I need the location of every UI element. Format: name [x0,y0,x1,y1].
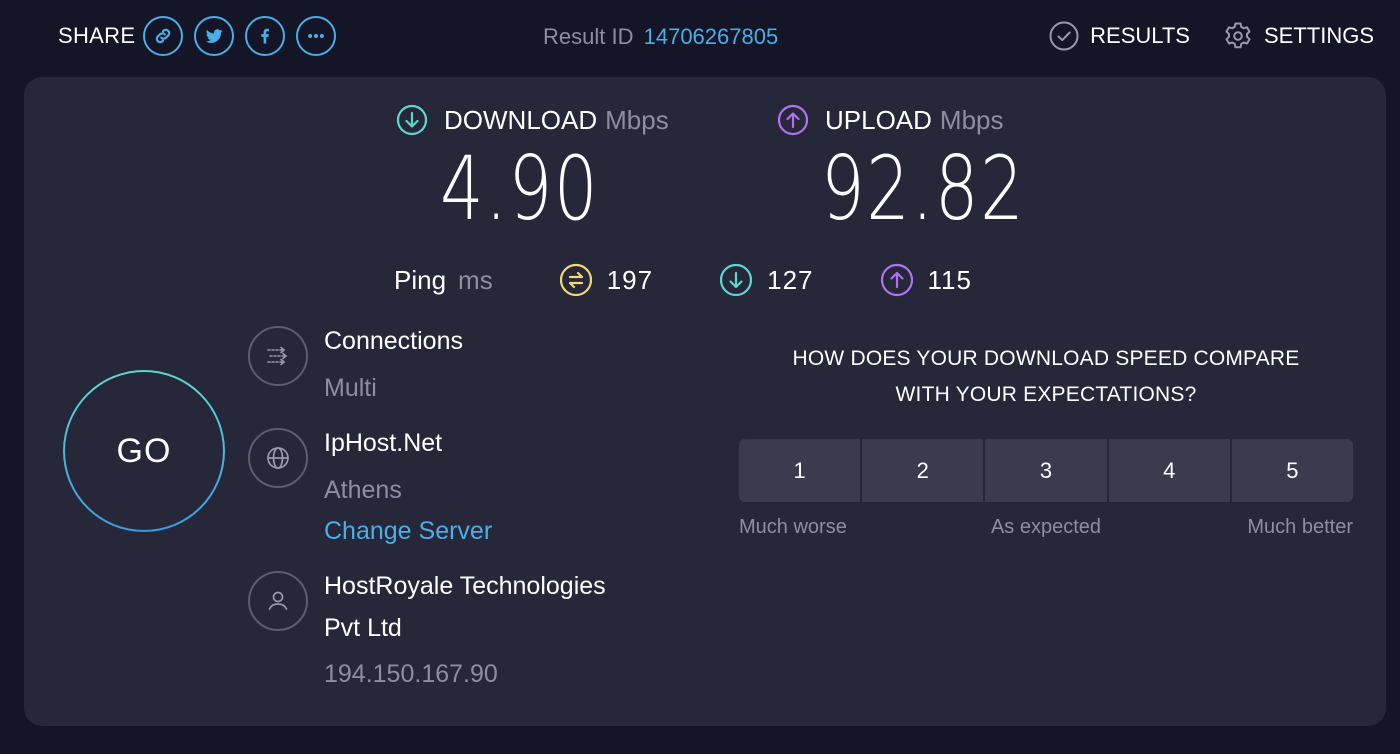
download-icon [396,104,428,136]
isp-ip: 194.150.167.90 [324,660,498,688]
isp-icon-circle [248,571,308,631]
upload-unit: Mbps [939,104,1004,135]
ping-label: Ping [394,264,447,295]
more-icon [308,34,325,38]
results-label: RESULTS [1090,23,1190,48]
rating-option-5[interactable]: 5 [1231,439,1353,502]
share-facebook-button[interactable] [245,16,286,56]
survey-question-line1: HOW DOES YOUR DOWNLOAD SPEED COMPARE [792,347,1300,370]
globe-icon [267,447,289,469]
ping-idle-value: 197 [606,264,654,295]
connections-icon-circle[interactable] [248,326,308,386]
isp-name-line1: HostRoyale Technologies [324,572,606,600]
share-label: SHARE [58,23,136,48]
top-nav: RESULTS SETTINGS [1016,20,1374,52]
download-unit: Mbps [605,104,669,135]
rating-option-4[interactable]: 4 [1108,439,1230,502]
download-icon [720,263,753,297]
twitter-icon [206,29,223,43]
rating-scale: 1 2 3 4 5 [739,439,1353,502]
upload-header: UPLOAD Mbps [777,103,1083,137]
upload-icon [777,104,809,136]
rating-option-1[interactable]: 1 [739,439,861,502]
rating-label-low: Much worse [739,516,847,538]
rating-labels: Much worse As expected Much better [739,516,1353,546]
ping-upload-value: 115 [927,264,972,295]
rating-option-3[interactable]: 3 [985,439,1107,502]
isp-name-line2: Pvt Ltd [324,614,402,642]
settings-button[interactable]: SETTINGS [1222,20,1374,52]
ping-download-value: 127 [767,264,814,295]
top-bar: SHARE Result ID 14706267805 RESULTS SETT… [0,0,1400,76]
share-group: SHARE [58,16,337,56]
go-button[interactable]: GO [63,370,225,532]
share-link-button[interactable] [143,16,184,56]
user-icon [268,591,288,610]
rating-label-high: Much better [1247,516,1353,538]
check-circle-icon [1049,21,1079,51]
upload-value: 92.82 [821,137,1026,240]
server-name: IpHost.Net [324,429,443,457]
download-value: 4.90 [440,137,600,240]
ping-idle-icon [559,263,592,297]
results-card: DOWNLOAD Mbps 4.90 UPLOAD Mbps 92.82 Pin… [24,77,1386,726]
upload-icon [880,263,913,297]
ping-upload: 115 [880,263,972,297]
share-more-button[interactable] [296,16,337,56]
server-location: Athens [324,476,402,504]
connections-icon [267,346,288,366]
gear-icon [1225,22,1251,49]
upload-label: UPLOAD [825,104,932,135]
server-icon-circle [248,428,308,488]
result-id: Result ID 14706267805 [543,24,778,50]
connections-title: Connections [324,327,463,355]
ping-idle: 197 [559,263,653,297]
rating-option-2[interactable]: 2 [862,439,984,502]
expectation-survey: HOW DOES YOUR DOWNLOAD SPEED COMPARE WIT… [739,341,1353,546]
facebook-icon [261,28,270,44]
download-header: DOWNLOAD Mbps [396,103,669,137]
ping-download: 127 [719,263,813,297]
upload-speed: UPLOAD Mbps 92.82 [777,103,1083,233]
link-icon [156,28,171,44]
change-server-link[interactable]: Change Server [324,516,492,546]
result-id-link[interactable]: 14706267805 [644,24,779,49]
ping-row: Ping ms 197 127 115 [394,262,972,298]
download-label: DOWNLOAD [444,104,598,135]
share-twitter-button[interactable] [194,16,235,56]
survey-question-line2: WITH YOUR EXPECTATIONS? [895,383,1197,406]
rating-label-mid: As expected [990,516,1102,538]
download-speed: DOWNLOAD Mbps 4.90 [396,103,669,233]
ping-unit: ms [458,264,493,295]
results-button[interactable]: RESULTS [1048,20,1190,52]
connections-value: Multi [324,374,377,402]
result-id-label: Result ID [543,24,634,49]
survey-question: HOW DOES YOUR DOWNLOAD SPEED COMPARE WIT… [739,341,1353,413]
settings-label: SETTINGS [1263,23,1374,48]
